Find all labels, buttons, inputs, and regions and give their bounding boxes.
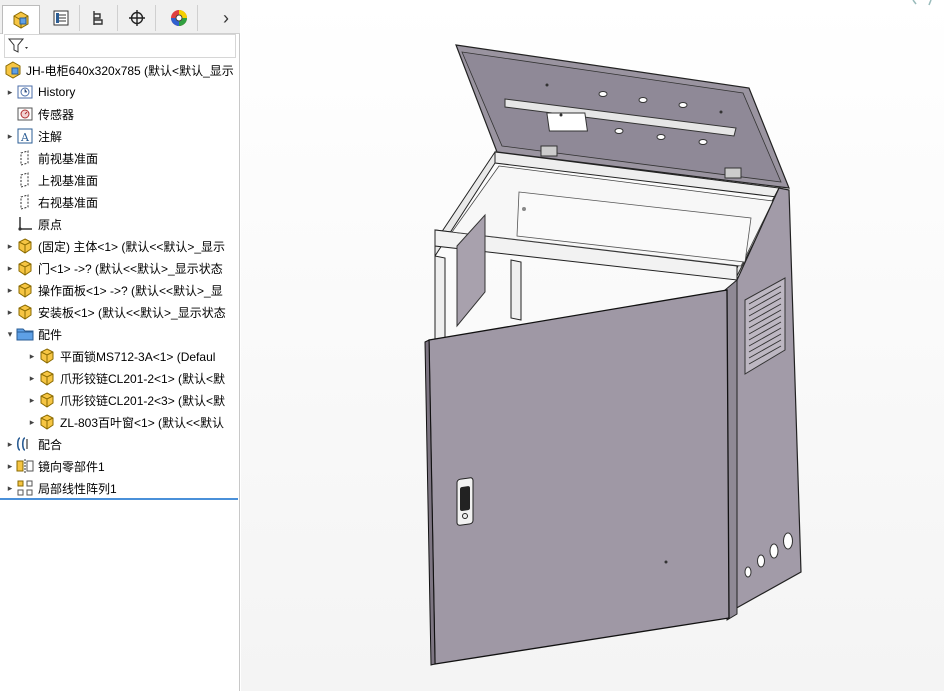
tree-item-label: 局部线性阵列1 (38, 481, 117, 496)
plane-icon (16, 149, 34, 167)
expand-toggle-icon[interactable]: ▸ (26, 373, 38, 384)
expand-toggle-icon[interactable]: ▸ (26, 395, 38, 406)
cabinet-door[interactable] (424, 289, 730, 666)
sensor-icon (16, 105, 34, 123)
part-icon (38, 347, 56, 365)
mate-icon (16, 435, 34, 453)
history-icon (16, 83, 34, 101)
pattern-icon (16, 479, 34, 497)
tree-item[interactable]: ▸ 门<1> ->? (默认<<默认>_显示状态 (0, 257, 240, 279)
tree-item[interactable]: ▸ 安装板<1> (默认<<默认>_显示状态 (0, 301, 240, 323)
expand-toggle-icon[interactable]: ▸ (4, 461, 16, 472)
tree-item-label: 门<1> ->? (默认<<默认>_显示状态 (38, 261, 223, 276)
part-icon (38, 413, 56, 431)
tree-item[interactable]: ▸ 平面锁MS712-3A<1> (Defaul (0, 345, 240, 367)
tree-item-label: 操作面板<1> ->? (默认<<默认>_显 (38, 283, 223, 298)
tree-item-label: 右视基准面 (38, 195, 99, 210)
tree-item-label: 配合 (38, 437, 63, 452)
part-icon (16, 237, 34, 255)
tree-item[interactable]: ▸ 操作面板<1> ->? (默认<<默认>_显 (0, 279, 240, 301)
part-icon (16, 303, 34, 321)
crosshair-icon (128, 10, 145, 26)
tree-item[interactable]: ▸ 局部线性阵列1 (0, 477, 240, 499)
expand-toggle-icon[interactable]: ▸ (4, 263, 16, 274)
tree-item[interactable]: ▸ 爪形铰链CL201-2<3> (默认<默 (0, 389, 240, 411)
appearance-icon (170, 10, 187, 26)
tree-item[interactable]: ▸ (固定) 主体<1> (默认<<默认>_显示 (0, 235, 240, 257)
svg-text:A: A (20, 131, 30, 144)
tab-display-manager[interactable] (160, 5, 198, 31)
configuration-icon (92, 11, 103, 25)
expand-toggle-icon[interactable]: ▸ (4, 131, 16, 142)
tree-item-label: 配件 (38, 327, 63, 342)
tree-item-label: History (38, 85, 76, 99)
tree-item[interactable]: ▾ 配件 (0, 323, 240, 345)
tree-item-label: 上视基准面 (38, 173, 99, 188)
feature-tree-icon (13, 11, 29, 29)
expand-toggle-icon[interactable]: ▸ (4, 87, 16, 98)
tree-item[interactable]: ▸ ZL-803百叶窗<1> (默认<<默认 (0, 411, 240, 433)
origin-icon (16, 215, 34, 233)
panel-tabs: › (0, 0, 240, 34)
tree-item[interactable]: ▸ 镜向零部件1 (0, 455, 240, 477)
tree-item[interactable]: 前视基准面 (0, 147, 240, 169)
tree-item[interactable]: ▸ A 注解 (0, 125, 240, 147)
filter-icon[interactable] (7, 36, 31, 56)
folder-icon (16, 325, 34, 343)
annotation-icon: A (16, 127, 34, 145)
tab-configuration-manager[interactable] (80, 5, 118, 31)
tree-item-label: 安装板<1> (默认<<默认>_显示状态 (38, 305, 226, 320)
tree-item-label: 爪形铰链CL201-2<3> (默认<默 (60, 393, 226, 408)
feature-manager-panel: › JH-电柜640x320x785 (默认<默认_显示 ▸ History 传感器… (0, 0, 240, 691)
tree-root[interactable]: JH-电柜640x320x785 (默认<默认_显示 (0, 59, 240, 81)
part-icon (16, 259, 34, 277)
assembly-icon (4, 61, 22, 79)
tab-dimxpert-manager[interactable] (118, 5, 156, 31)
expand-toggle-icon[interactable]: ▸ (4, 483, 16, 494)
tree-item-label: 爪形铰链CL201-2<1> (默认<默 (60, 371, 226, 386)
tree-item-label: ZL-803百叶窗<1> (默认<<默认 (60, 415, 225, 430)
tree-item-label: 平面锁MS712-3A<1> (Defaul (60, 349, 216, 364)
tree-item[interactable]: 传感器 (0, 103, 240, 125)
part-icon (16, 281, 34, 299)
tree-item-label: 前视基准面 (38, 151, 99, 166)
graphics-viewport[interactable] (241, 0, 944, 691)
expand-toggle-icon[interactable]: ▸ (4, 307, 16, 318)
property-list-icon (53, 10, 68, 26)
cabinet-model[interactable] (241, 0, 944, 691)
tree-item-label: 传感器 (38, 107, 75, 122)
tree-item[interactable]: 右视基准面 (0, 191, 240, 213)
tree-item[interactable]: ▸ 配合 (0, 433, 240, 455)
expand-toggle-icon[interactable]: ▾ (4, 329, 16, 340)
part-icon (38, 369, 56, 387)
tree-filter[interactable] (4, 34, 236, 58)
tree-root-label: JH-电柜640x320x785 (默认<默认_显示 (26, 63, 234, 78)
tree-item-label: 镜向零部件1 (38, 459, 105, 474)
expand-toggle-icon[interactable]: ▸ (4, 285, 16, 296)
tab-feature-manager[interactable] (2, 5, 40, 34)
part-icon (38, 391, 56, 409)
plane-icon (16, 171, 34, 189)
tree-item[interactable]: ▸ History (0, 81, 240, 103)
tree-divider (0, 498, 238, 500)
tab-property-manager[interactable] (42, 5, 80, 31)
tree-item[interactable]: 原点 (0, 213, 240, 235)
tabs-expand-button[interactable]: › (216, 6, 236, 30)
mirror-icon (16, 457, 34, 475)
expand-toggle-icon[interactable]: ▸ (4, 439, 16, 450)
expand-toggle-icon[interactable]: ▸ (26, 351, 38, 362)
expand-toggle-icon[interactable]: ▸ (4, 241, 16, 252)
tree-item[interactable]: ▸ 爪形铰链CL201-2<1> (默认<默 (0, 367, 240, 389)
plane-icon (16, 193, 34, 211)
tree-item-label: 注解 (38, 129, 63, 144)
tree-item-label: (固定) 主体<1> (默认<<默认>_显示 (38, 239, 226, 254)
tree-item-label: 原点 (38, 217, 63, 232)
chevron-right-icon: › (223, 7, 229, 28)
expand-toggle-icon[interactable]: ▸ (26, 417, 38, 428)
tree-item[interactable]: 上视基准面 (0, 169, 240, 191)
